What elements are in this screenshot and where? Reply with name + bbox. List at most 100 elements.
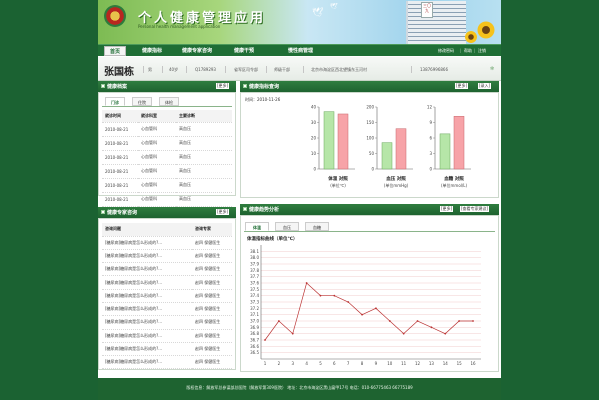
y-tick-label: 30 [311,120,317,125]
bar [337,113,349,170]
table-row[interactable]: [糖尿病]糖尿病是怎么形成的?... 赵四 保健医生 [102,315,232,330]
y-tick-label: 36.5 [250,350,259,355]
data-point [430,326,433,329]
y-tick-label: 37.2 [250,306,259,311]
table-row[interactable]: 2010-08-21 心血管科 高血压 [102,178,232,193]
visit-date: 2010-08-21 [102,122,138,137]
hospital-emblem-icon [104,5,126,27]
archive-more-link[interactable]: [更多] [216,83,230,89]
consult-question[interactable]: [糖尿病]糖尿病是怎么形成的?... [102,262,192,277]
tab-blood-pressure[interactable]: 血压 [275,222,299,231]
diagnosis: 高血压 [176,136,232,151]
indicators-enter-link[interactable]: [录入] [478,83,492,89]
indicators-more-link[interactable]: [更多] [455,83,469,89]
y-tick-label: 40 [311,105,317,110]
nav-item-chronic-disease[interactable]: 慢性病管理 [288,47,313,54]
patient-id: Q1789293 [195,67,216,72]
consult-question[interactable]: [糖尿病]糖尿病是怎么形成的?... [102,329,192,343]
table-row[interactable]: [糖尿病]糖尿病是怎么形成的?... 赵四 保健医生 [102,329,232,343]
tab-blood-glucose[interactable]: 血糖 [305,222,329,231]
table-row[interactable]: [糖尿病]糖尿病是怎么形成的?... 赵四 保健医生 [102,289,232,303]
expert-advice-link[interactable]: [查看专家建议] [460,206,490,212]
visit-dept: 心血管科 [138,150,176,165]
bar [381,142,393,170]
y-tick-label: 150 [366,120,374,125]
consult-question[interactable]: [糖尿病]糖尿病是怎么形成的?... [102,249,192,264]
divider [266,66,267,73]
y-tick-label: 37.7 [250,274,259,279]
temperature-bar-chart: 0 10 20 30 40 体温 对照(单位℃) [311,105,355,188]
sunflower-icon [476,20,496,40]
tab-outpatient[interactable]: 门诊 [105,97,125,106]
change-password-link[interactable]: 修改密码 [438,48,454,54]
trend-panel-title: 健康趋势分析 [249,207,280,213]
table-row[interactable]: [糖尿病]糖尿病是怎么形成的?... 赵四 保健医生 [102,342,232,357]
diagnosis: 高血压 [176,178,232,193]
column-header: 咨询问题 [102,223,192,237]
consult-question[interactable]: [糖尿病]糖尿病是怎么形成的?... [102,289,192,303]
chart-title: 体温指标曲线（单位℃） [247,235,297,242]
table-row[interactable]: [糖尿病]糖尿病是怎么形成的?... 赵四 保健医生 [102,355,232,370]
y-tick-label: 36.7 [250,338,259,343]
y-tick-label: 37.5 [250,287,259,292]
trend-more-link[interactable]: [更多] [440,206,454,212]
y-tick-label: 37.6 [250,281,259,286]
column-header: 就诊时间 [102,110,138,123]
indicators-panel: 时间：2010-11-26 0 10 20 30 40 体温 对照 (单位℃) 0 50 100… [240,92,499,198]
table-row[interactable]: 2010-08-21 心血管科 高血压 [102,192,232,207]
tab-inpatient[interactable]: 住院 [132,97,152,106]
consult-question[interactable]: [糖尿病]糖尿病是怎么形成的?... [102,302,192,317]
tab-checkup[interactable]: 体检 [159,97,179,106]
logout-link[interactable]: 注销 [478,48,486,54]
settings-icon[interactable]: ✻ [490,66,494,72]
table-row[interactable]: 2010-08-21 心血管科 高血压 [102,150,232,165]
patient-info-bar: 张国栋 男 40岁 Q1789293 省军区司令部 师级干部 北京市海淀区西北望… [98,57,501,81]
data-point [291,332,294,335]
table-row[interactable]: 2010-08-21 心血管科 高血压 [102,122,232,137]
x-tick-label: 14 [443,361,449,366]
nav-item-intervention[interactable]: 健康干预 [234,47,254,54]
consult-expert: 赵四 保健医生 [192,355,232,370]
patient-gender: 男 [148,67,152,72]
y-tick-label: 0 [429,167,432,172]
table-row[interactable]: [糖尿病]糖尿病是怎么形成的?... 赵四 保健医生 [102,302,232,317]
help-link[interactable]: 帮助 [464,48,472,54]
archive-panel: 门诊 住院 体检 就诊时间 就诊科室 主要诊断 2010-08-21 心血管科 高血… [98,92,236,207]
dove-icon: 🕊 [330,3,338,10]
divider [411,66,412,73]
divider [162,66,163,73]
table-row[interactable]: [糖尿病]糖尿病是怎么形成的?... 赵四 保健医生 [102,275,232,290]
table-row[interactable]: 2010-08-21 心血管科 高血压 [102,164,232,179]
data-point [402,332,405,335]
nav-item-expert-consult[interactable]: 健康专家咨询 [182,47,212,54]
consult-question[interactable]: [糖尿病]糖尿病是怎么形成的?... [102,355,192,370]
table-row[interactable]: [糖尿病]糖尿病是怎么形成的?... 赵四 保健医生 [102,262,232,277]
patient-name: 张国栋 [104,67,134,78]
consult-question[interactable]: [糖尿病]糖尿病是怎么形成的?... [102,236,192,250]
consult-more-link[interactable]: [更多] [216,209,230,215]
chart-title: 血压 对照 [386,175,406,182]
blood-pressure-bar-chart: 0 50 100 150 200 血压 对照(单位mmHg) [366,105,413,188]
visit-dept: 心血管科 [138,192,176,207]
y-tick-label: 12 [427,105,433,110]
archive-panel-title: 健康档案 [107,84,128,90]
nav-item-health-indicators[interactable]: 健康指标 [142,47,162,54]
bar [453,116,465,170]
nav-item-home[interactable]: 首页 [104,46,126,56]
divider [143,66,144,73]
x-tick-label: 5 [319,361,322,366]
table-row[interactable]: [糖尿病]糖尿病是怎么形成的?... 赵四 保健医生 [102,236,232,250]
consult-question[interactable]: [糖尿病]糖尿病是怎么形成的?... [102,275,192,290]
consult-expert: 赵四 保健医生 [192,315,232,330]
archive-panel-header: 健康档案 [更多] [98,81,236,92]
y-tick-label: 200 [366,105,374,110]
tab-temperature[interactable]: 体温 [245,222,269,231]
table-row[interactable]: [糖尿病]糖尿病是怎么形成的?... 赵四 保健医生 [102,249,232,264]
chart-unit-label: (单位mmHg) [384,182,409,188]
y-tick-label: 6 [429,136,432,141]
consult-question[interactable]: [糖尿病]糖尿病是怎么形成的?... [102,315,192,330]
data-point [388,320,391,322]
consult-question[interactable]: [糖尿病]糖尿病是怎么形成的?... [102,342,192,357]
table-row[interactable]: 2010-08-21 心血管科 高血压 [102,136,232,151]
tab-divider [102,106,232,107]
